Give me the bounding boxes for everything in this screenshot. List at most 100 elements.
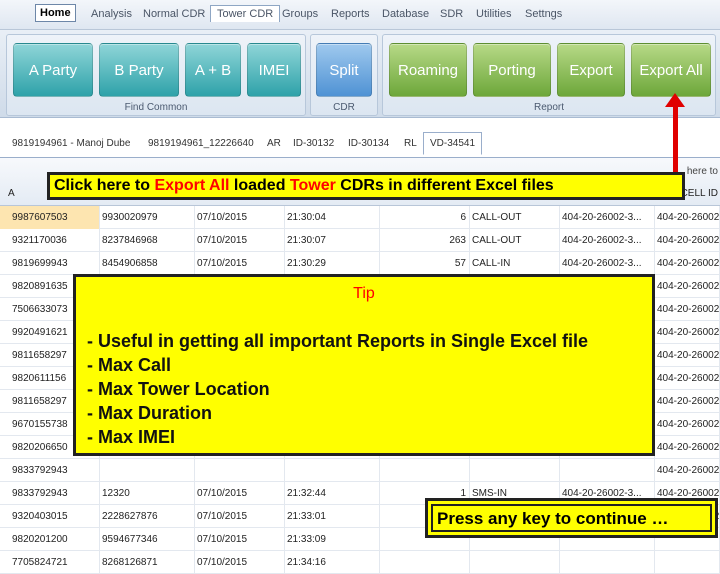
table-cell: 07/10/2015 [195, 505, 285, 528]
table-cell: 404-20-26002-3... [560, 229, 655, 252]
table-cell [285, 459, 380, 482]
table-cell: 404-20-26002 [655, 321, 720, 344]
tab-manoj-dube[interactable]: 9819194961 - Manoj Dube [12, 138, 130, 149]
tip-line: - Max Duration [87, 403, 213, 423]
table-cell: 404-20-26002 [655, 344, 720, 367]
tab-id-30134[interactable]: ID-30134 [348, 138, 389, 149]
menu-normal-cdr[interactable]: Normal CDR [143, 8, 205, 20]
callout-text-tower: Tower [289, 177, 336, 194]
table-cell: 57 [380, 252, 470, 275]
table-cell: 8237846968 [100, 229, 195, 252]
ribbon-group-label: Find Common [124, 102, 188, 113]
table-cell: 404-20-26002 [655, 206, 720, 229]
export-all-button[interactable]: Export All [631, 43, 711, 97]
table-cell: 404-20-26002 [655, 413, 720, 436]
table-cell: 21:32:44 [285, 482, 380, 505]
table-cell: 07/10/2015 [195, 482, 285, 505]
a-plus-b-button[interactable]: A + B [185, 43, 241, 97]
grid-header-cell-id[interactable]: CELL ID [681, 188, 718, 199]
export-all-callout: Click here to Export All loaded Tower CD… [47, 172, 685, 200]
table-cell: 9833792943 [0, 459, 100, 482]
a-party-button[interactable]: A Party [13, 43, 93, 97]
ribbon-group-label: CDR [333, 102, 355, 113]
table-cell [655, 551, 720, 574]
document-tabs: 9819194961 - Manoj Dube 9819194961_12226… [0, 130, 720, 158]
menu-tower-cdr[interactable]: Tower CDR [210, 5, 281, 22]
table-cell: CALL-IN [470, 252, 560, 275]
table-cell: 8454906858 [100, 252, 195, 275]
export-button[interactable]: Export [557, 43, 625, 97]
table-row[interactable]: 9987607503 9930020979 07/10/2015 21:30:04 6 C… [0, 206, 720, 229]
tip-line: - Max Call [87, 355, 172, 375]
tab-vd-34541[interactable]: VD-34541 [423, 132, 483, 155]
table-cell: 7705824721 [0, 551, 100, 574]
menu-settings[interactable]: Settngs [525, 8, 562, 20]
table-cell: 07/10/2015 [195, 206, 285, 229]
table-cell: 07/10/2015 [195, 229, 285, 252]
tab-ar[interactable]: AR [267, 138, 281, 149]
table-cell: CALL-OUT [470, 229, 560, 252]
table-row[interactable]: 7705824721 8268126871 07/10/2015 21:34:16 [0, 551, 720, 574]
ribbon-group-cdr: Split CDR [310, 34, 378, 116]
porting-button[interactable]: Porting [473, 43, 551, 97]
menu-home[interactable]: Home [35, 4, 76, 22]
table-cell: 404-20-26002 [655, 436, 720, 459]
table-cell: 404-20-26002 [655, 459, 720, 482]
table-cell [100, 459, 195, 482]
tab-id-30132[interactable]: ID-30132 [293, 138, 334, 149]
callout-text-3: loaded [229, 177, 290, 194]
table-cell: 12320 [100, 482, 195, 505]
table-cell: 404-20-26002 [655, 252, 720, 275]
tip-box: Tip - Useful in getting all important Re… [73, 274, 655, 456]
table-cell [380, 459, 470, 482]
table-cell: 404-20-26002 [655, 275, 720, 298]
menu-sdr[interactable]: SDR [440, 8, 463, 20]
table-cell: 21:30:04 [285, 206, 380, 229]
tip-line: - Max Tower Location [87, 379, 270, 399]
ribbon-group-find-common: A Party B Party A + B IMEI Find Common [6, 34, 306, 116]
table-cell: 9987607503 [0, 206, 100, 229]
roaming-button[interactable]: Roaming [389, 43, 467, 97]
menu-database[interactable]: Database [382, 8, 429, 20]
table-cell [470, 551, 560, 574]
callout-text-export-all: Export All [154, 177, 230, 194]
grid-header-a-party[interactable]: A [8, 188, 15, 199]
table-cell: 9833792943 [0, 482, 100, 505]
menu-groups[interactable]: Groups [282, 8, 318, 20]
continue-prompt-text: Press any key to continue … [431, 504, 712, 532]
split-button[interactable]: Split [316, 43, 372, 97]
table-row[interactable]: 9819699943 8454906858 07/10/2015 21:30:29 57… [0, 252, 720, 275]
table-cell: 21:33:01 [285, 505, 380, 528]
table-cell [470, 459, 560, 482]
tab-9819194961-12226640[interactable]: 9819194961_12226640 [148, 138, 254, 149]
imei-button[interactable]: IMEI [247, 43, 301, 97]
tab-rl[interactable]: RL [404, 138, 417, 149]
table-cell: 21:30:07 [285, 229, 380, 252]
table-row[interactable]: 9321170036 8237846968 07/10/2015 21:30:07 26… [0, 229, 720, 252]
menu-analysis[interactable]: Analysis [91, 8, 132, 20]
table-cell: 263 [380, 229, 470, 252]
table-cell: 9819699943 [0, 252, 100, 275]
tip-title: Tip [353, 285, 375, 302]
table-cell: 9320403015 [0, 505, 100, 528]
table-cell: 404-20-26002-3... [560, 206, 655, 229]
table-cell: 21:30:29 [285, 252, 380, 275]
table-cell: 07/10/2015 [195, 551, 285, 574]
table-cell: 9321170036 [0, 229, 100, 252]
table-cell [380, 551, 470, 574]
menu-utilities[interactable]: Utilities [476, 8, 511, 20]
table-cell: 2228627876 [100, 505, 195, 528]
table-cell: 404-20-26002 [655, 367, 720, 390]
callout-arrow-line [673, 102, 678, 172]
table-row[interactable]: 9833792943 404-20-26002 [0, 459, 720, 482]
table-cell [560, 551, 655, 574]
table-cell: 404-20-26002 [655, 390, 720, 413]
b-party-button[interactable]: B Party [99, 43, 179, 97]
table-cell: 9930020979 [100, 206, 195, 229]
continue-prompt[interactable]: Press any key to continue … [425, 498, 718, 538]
table-cell: CALL-OUT [470, 206, 560, 229]
menu-reports[interactable]: Reports [331, 8, 370, 20]
callout-text-1: Click here to [54, 177, 155, 194]
menu-bar: Home Analysis Normal CDR Tower CDR Group… [0, 0, 720, 30]
tip-line: - Max IMEI [87, 427, 176, 447]
